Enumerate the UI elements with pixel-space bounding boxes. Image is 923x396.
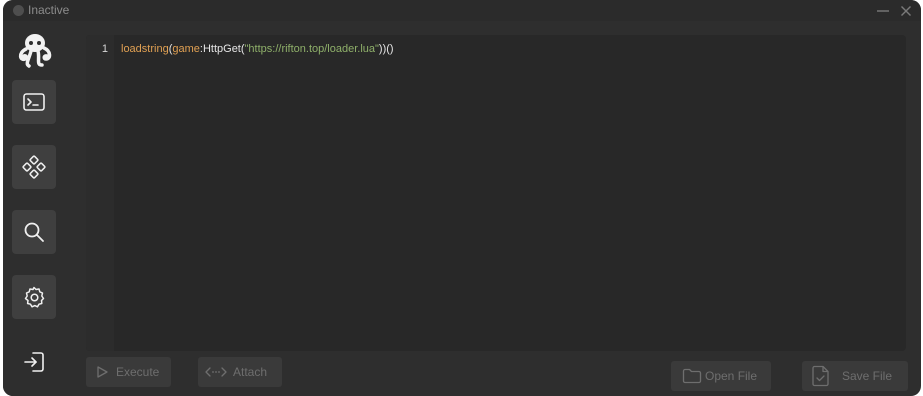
open-file-button[interactable]: Open File: [671, 361, 771, 391]
code-token-function: loadstring: [121, 43, 169, 55]
close-button[interactable]: [897, 2, 915, 19]
open-file-label: Open File: [705, 369, 758, 383]
minimize-button[interactable]: [874, 2, 892, 19]
attach-label: Attach: [233, 365, 268, 379]
code-token-close: ))(): [378, 43, 394, 55]
minimize-icon: [877, 9, 889, 12]
attach-button[interactable]: Attach: [198, 357, 282, 387]
line-number: 1: [101, 43, 108, 55]
terminal-icon: [23, 93, 45, 111]
gear-icon: [24, 286, 45, 308]
code-token-string: "https://rifton.top/loader.lua": [244, 43, 379, 55]
execute-label: Execute: [116, 365, 160, 379]
octopus-logo-icon: [18, 34, 52, 68]
attach-arrows-icon: [205, 366, 227, 378]
app-window: Inactive 1 loadstring(game:HttpGet("http…: [3, 0, 921, 396]
title-bar: Inactive: [3, 0, 921, 21]
code-token-method: :HttpGet(: [199, 43, 245, 55]
line-number-gutter: 1: [86, 35, 114, 351]
diamond-grid-icon: [22, 155, 46, 179]
sidebar-item-search[interactable]: [12, 210, 56, 254]
close-icon: [901, 5, 911, 16]
window-title: Inactive: [28, 3, 70, 17]
status-indicator: [13, 5, 24, 16]
sidebar-item-settings[interactable]: [12, 275, 56, 319]
file-check-icon: [811, 365, 831, 387]
code-line[interactable]: loadstring(game:HttpGet("https://rifton.…: [121, 43, 394, 55]
save-file-button[interactable]: Save File: [802, 361, 908, 391]
code-token-object: game: [172, 43, 200, 55]
app-logo: [14, 31, 54, 69]
sidebar-item-editor[interactable]: [12, 80, 56, 124]
code-editor[interactable]: 1 loadstring(game:HttpGet("https://rifto…: [86, 35, 906, 351]
sidebar-item-login[interactable]: [12, 340, 56, 384]
search-icon: [24, 222, 44, 242]
folder-icon: [682, 368, 702, 384]
execute-button[interactable]: Execute: [86, 357, 171, 387]
sidebar: [3, 21, 71, 396]
login-icon: [24, 352, 44, 372]
play-icon: [95, 366, 109, 378]
sidebar-item-scripts[interactable]: [12, 145, 56, 189]
save-file-label: Save File: [842, 369, 893, 383]
